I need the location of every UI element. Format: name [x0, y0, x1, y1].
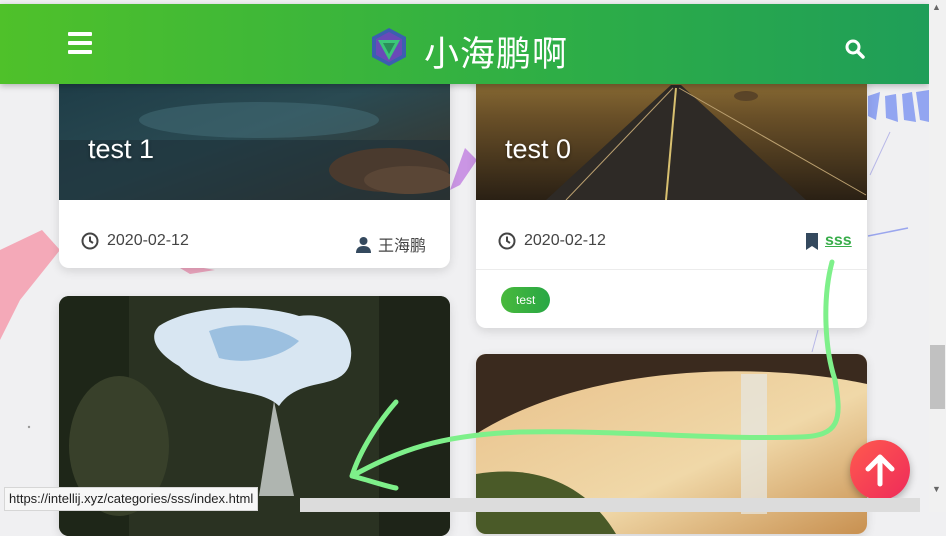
search-icon[interactable] [844, 38, 866, 60]
clock-icon [81, 232, 99, 250]
post-title[interactable]: test 1 [88, 134, 154, 165]
post-category: sss [805, 232, 852, 250]
post-date: 2020-02-12 [498, 232, 606, 250]
site-title[interactable]: 小海鹏啊 [424, 26, 568, 77]
bookmark-icon [806, 232, 818, 250]
horizontal-scrollbar[interactable] [300, 498, 920, 512]
category-link[interactable]: sss [825, 232, 852, 250]
scroll-thumb[interactable] [930, 345, 945, 409]
post-card-test-0[interactable]: test 0 2020-02-12 sss test [476, 60, 867, 328]
menu-icon[interactable] [68, 32, 92, 54]
clock-icon [498, 232, 516, 250]
post-date-text: 2020-02-12 [107, 232, 189, 249]
scroll-up-arrow[interactable]: ▲ [932, 2, 941, 12]
status-bar-url: https://intellij.xyz/categories/sss/inde… [4, 487, 259, 511]
top-navbar: 小海鹏啊 [0, 4, 929, 84]
vertical-scrollbar[interactable]: ▲ ▼ [929, 0, 946, 512]
logo-icon[interactable] [370, 27, 408, 67]
post-title[interactable]: test 0 [505, 134, 571, 165]
card-divider [476, 269, 867, 270]
user-icon [356, 236, 371, 253]
tag-test[interactable]: test [501, 287, 551, 313]
post-date-text: 2020-02-12 [524, 232, 606, 249]
post-author-name: 王海鹏 [378, 238, 427, 255]
scroll-down-arrow[interactable]: ▼ [932, 484, 941, 494]
post-card-test-1[interactable]: test 1 2020-02-12 王海鹏 [59, 60, 450, 268]
post-author: 王海鹏 [355, 232, 426, 256]
post-date: 2020-02-12 [81, 232, 189, 250]
back-to-top-button[interactable] [850, 440, 910, 500]
arrow-up-icon [865, 454, 895, 487]
